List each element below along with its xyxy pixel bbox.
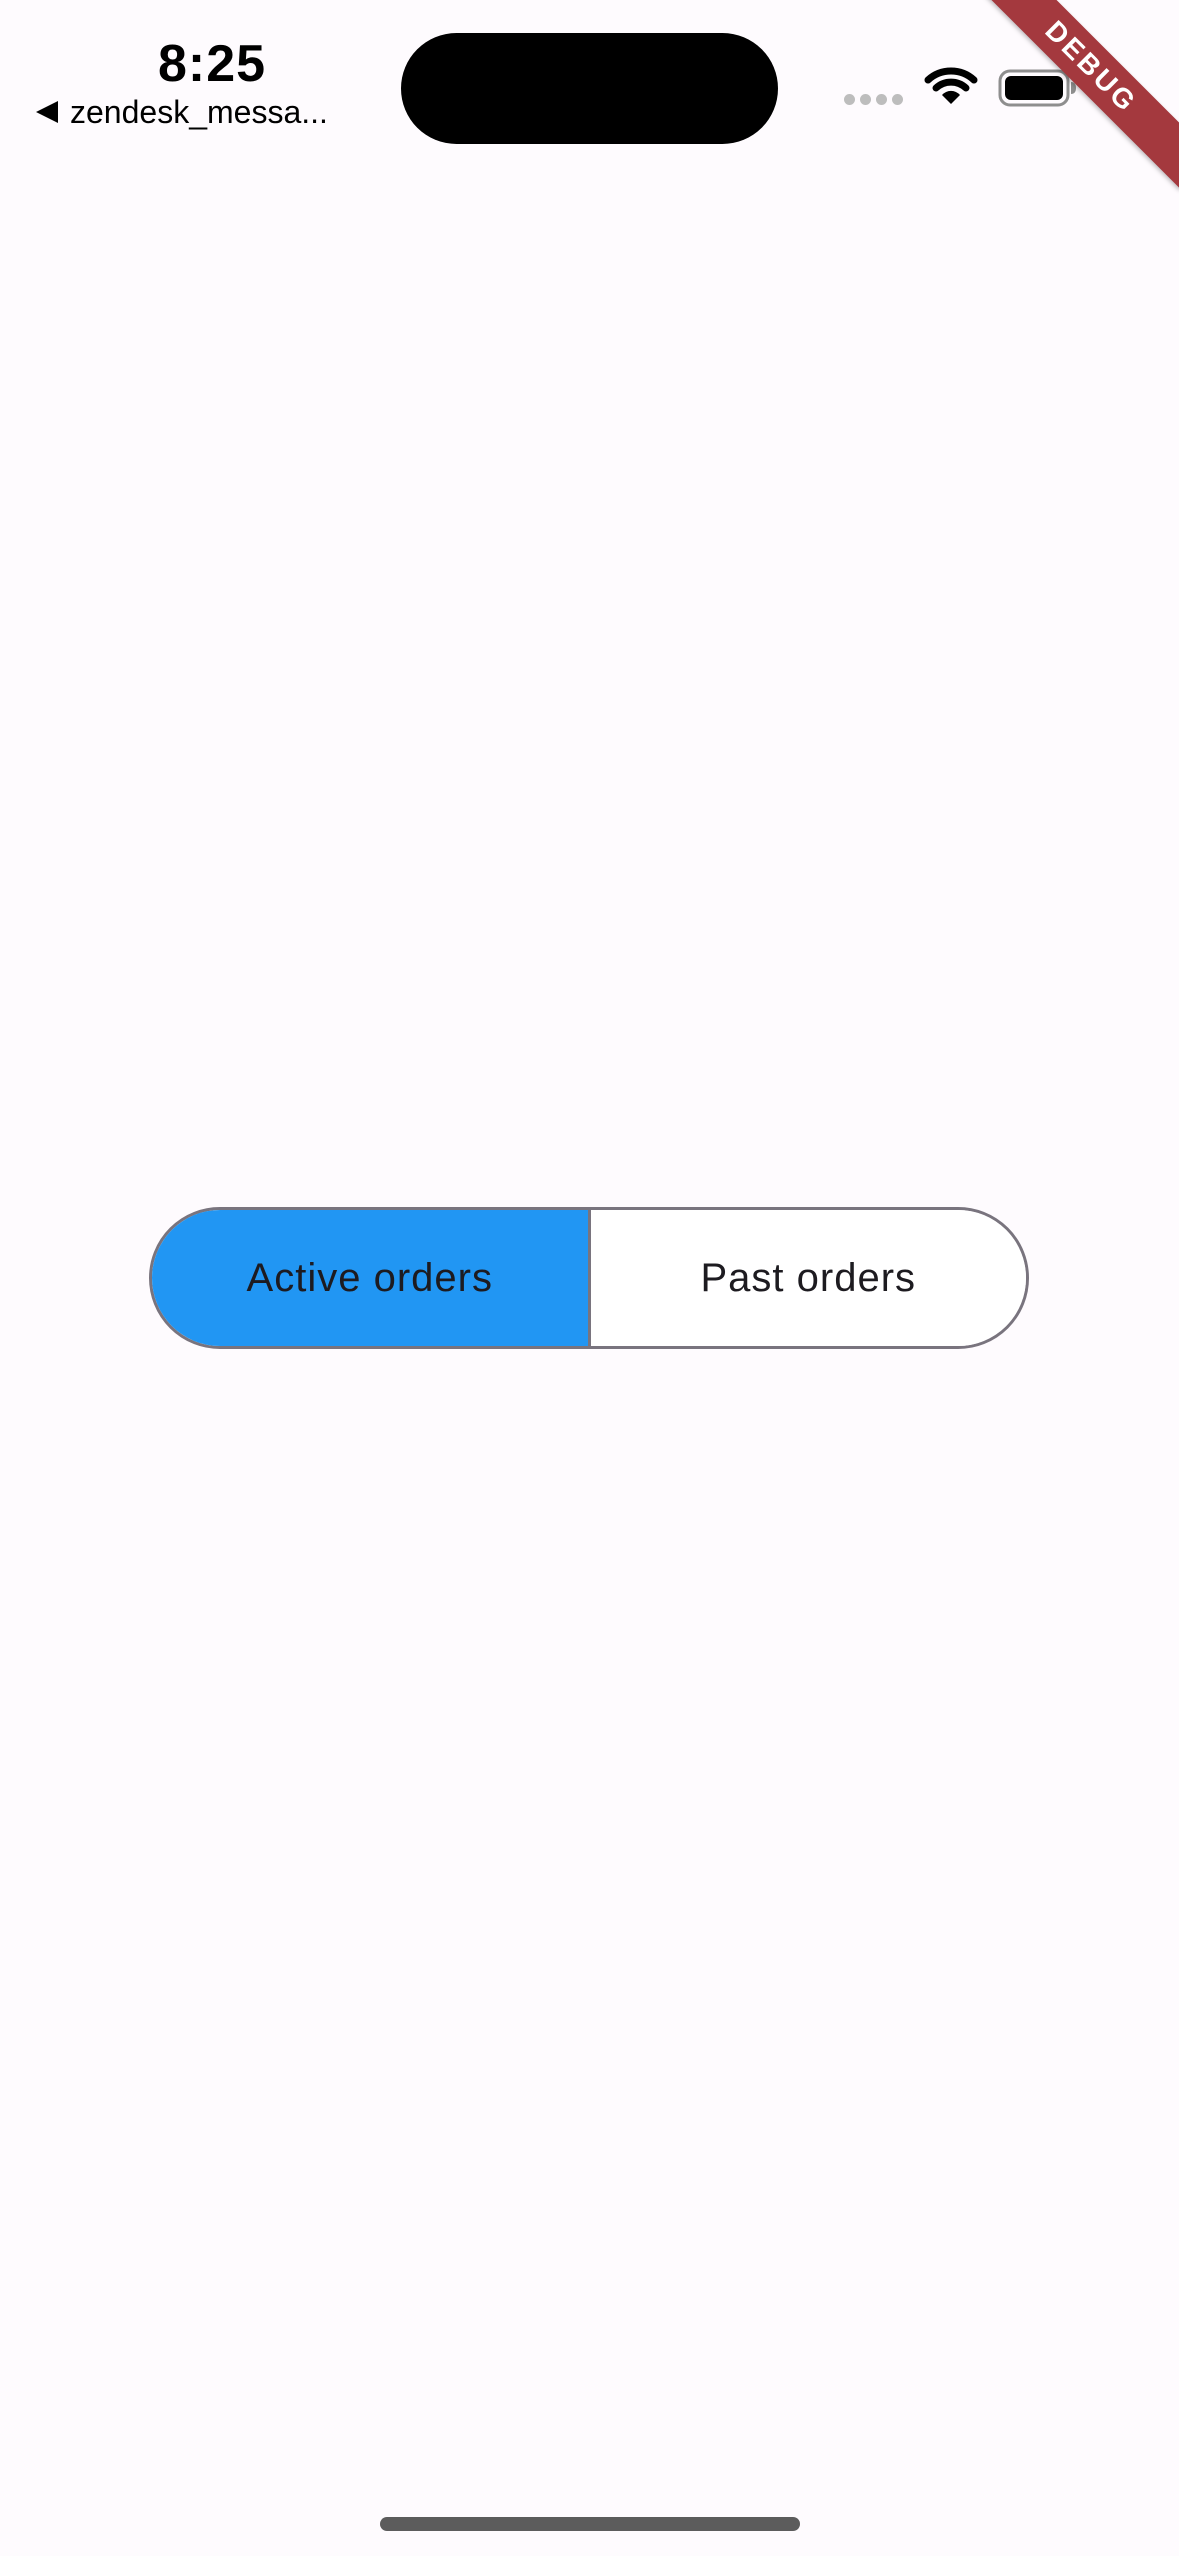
past-orders-segment[interactable]: Past orders [590,1210,1026,1346]
back-arrow-icon [36,101,58,123]
back-to-app-link[interactable]: zendesk_messa... [36,90,328,134]
status-time: 8:25 [158,35,267,93]
dynamic-island [401,33,778,144]
active-orders-segment[interactable]: Active orders [152,1210,591,1346]
home-indicator[interactable] [380,2517,800,2531]
cellular-signal-icon [844,94,903,105]
orders-segmented-control: Active orders Past orders [149,1207,1029,1349]
back-app-label: zendesk_messa... [70,94,328,130]
wifi-icon [924,67,978,104]
